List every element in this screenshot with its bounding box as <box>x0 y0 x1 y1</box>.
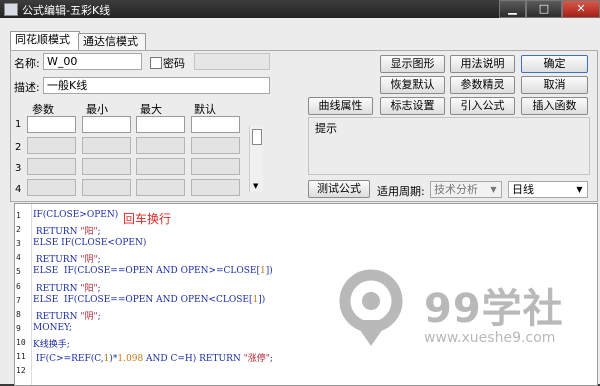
param-max-cell[interactable] <box>136 158 185 175</box>
param-default-cell[interactable] <box>191 116 240 133</box>
code-line: IF(C>=REF(C,1)*1.098 AND C=H) RETURN "涨停… <box>33 354 273 364</box>
period-label: 适用周期: <box>377 185 425 198</box>
scrollbar-thumb[interactable] <box>252 129 262 145</box>
line-number: 12 <box>16 366 26 376</box>
code-line: RETURN "阳"; <box>33 283 101 294</box>
watermark-logo-icon <box>339 269 403 346</box>
line-number: 5 <box>16 267 21 277</box>
code-line: RETURN "阴"; <box>33 255 101 266</box>
line-number: 3 <box>16 239 21 249</box>
param-row-number: 2 <box>15 142 22 153</box>
param-min-cell[interactable] <box>82 116 131 133</box>
restore-default-button[interactable]: 恢复默认 <box>380 76 445 94</box>
maximize-button[interactable]: □ <box>526 0 562 18</box>
show-graph-button[interactable]: 显示图形 <box>380 55 445 73</box>
curve-attr-button[interactable]: 曲线属性 <box>308 97 373 115</box>
param-max-cell[interactable] <box>136 137 185 154</box>
code-line: ELSE IF(CLOSE==OPEN AND OPEN>=CLOSE[1]) <box>33 266 273 277</box>
param-header-max: 最大 <box>140 103 162 116</box>
hint-box: 提示 <box>308 117 590 175</box>
formula-editor-window: 公式编辑-五彩K线 ▁ □ ✕ 同花顺模式 通达信模式 名称: W_00 密码 … <box>0 0 600 386</box>
param-default-cell[interactable] <box>191 158 240 175</box>
insert-function-button[interactable]: 插入函数 <box>521 97 588 115</box>
ok-button[interactable]: 确定 <box>521 55 588 73</box>
line-number: 2 <box>16 225 21 235</box>
close-button[interactable]: ✕ <box>562 0 600 18</box>
chevron-down-icon: ▼ <box>490 185 497 194</box>
code-line: RETURN "阳"; <box>33 227 101 238</box>
description-label: 描述: <box>14 81 40 94</box>
title-bar[interactable]: 公式编辑-五彩K线 ▁ □ ✕ <box>0 0 600 18</box>
line-number: 1 <box>16 211 21 220</box>
param-row-number: 1 <box>15 119 22 130</box>
code-line: ELSE IF(CLOSE<OPEN) <box>33 238 147 249</box>
line-number: 10 <box>16 337 26 347</box>
minimize-button[interactable]: ▁ <box>499 0 526 18</box>
analysis-type-dropdown[interactable]: 技术分析 ▼ <box>430 181 502 198</box>
name-label: 名称: <box>14 57 40 70</box>
param-row-number: 4 <box>15 184 22 195</box>
password-field[interactable] <box>194 53 270 70</box>
param-header-default: 默认 <box>194 103 216 116</box>
param-name-cell[interactable] <box>27 179 76 196</box>
watermark-url: www.xueshe9.com <box>424 330 556 346</box>
line-number: 9 <box>16 323 21 333</box>
line-number: 7 <box>16 295 21 305</box>
code-line: ELSE IF(CLOSE==OPEN AND OPEN<CLOSE[1]) <box>33 294 266 305</box>
line-number: 6 <box>16 281 21 291</box>
tab-ths-mode[interactable]: 同花顺模式 <box>10 31 80 51</box>
param-name-cell[interactable] <box>27 116 76 133</box>
password-label: 密码 <box>163 57 185 70</box>
param-tuning-button[interactable]: 参数精灵 <box>450 76 515 94</box>
watermark-brand: 99学社 <box>424 286 564 332</box>
param-default-cell[interactable] <box>191 137 240 154</box>
cancel-button[interactable]: 取消 <box>521 76 588 94</box>
description-field[interactable]: 一般K线 <box>43 77 270 94</box>
param-header-name: 参数 <box>32 103 54 116</box>
tab-tdx-mode[interactable]: 通达信模式 <box>78 33 146 51</box>
param-min-cell[interactable] <box>82 179 131 196</box>
line-number: 8 <box>16 309 21 319</box>
watermark: 99学社 www.xueshe9.com <box>330 262 600 384</box>
app-icon <box>4 3 18 16</box>
param-max-cell[interactable] <box>136 179 185 196</box>
hint-label: 提示 <box>315 122 337 135</box>
line-number: 4 <box>16 253 21 263</box>
analysis-type-value: 技术分析 <box>434 183 478 196</box>
param-default-cell[interactable] <box>191 179 240 196</box>
window-title: 公式编辑-五彩K线 <box>22 4 111 17</box>
param-header-min: 最小 <box>86 103 108 116</box>
test-formula-button[interactable]: 测试公式 <box>308 180 370 198</box>
code-line: RETURN "阴"; <box>33 311 101 322</box>
code-line: IF(CLOSE>OPEN) <box>33 210 119 220</box>
scroll-down-icon[interactable]: ▼ <box>253 182 258 190</box>
password-checkbox[interactable] <box>150 57 162 69</box>
chevron-down-icon: ▼ <box>576 185 583 194</box>
period-dropdown[interactable]: 日线 ▼ <box>508 181 588 198</box>
param-min-cell[interactable] <box>82 137 131 154</box>
mark-settings-button[interactable]: 标志设置 <box>380 97 445 115</box>
annotation-note: 回车换行 <box>123 212 172 226</box>
param-min-cell[interactable] <box>82 158 131 175</box>
param-scrollbar[interactable]: ▼ <box>249 126 263 192</box>
param-name-cell[interactable] <box>27 158 76 175</box>
param-max-cell[interactable] <box>136 116 185 133</box>
name-field[interactable]: W_00 <box>43 53 142 70</box>
param-row-number: 3 <box>15 163 22 174</box>
usage-button[interactable]: 用法说明 <box>450 55 515 73</box>
period-value: 日线 <box>512 183 534 196</box>
import-formula-button[interactable]: 引入公式 <box>450 97 515 115</box>
line-number: 11 <box>16 352 26 361</box>
param-name-cell[interactable] <box>27 137 76 154</box>
code-line: MONEY; <box>33 322 72 333</box>
code-line: K线换手; <box>33 339 70 350</box>
